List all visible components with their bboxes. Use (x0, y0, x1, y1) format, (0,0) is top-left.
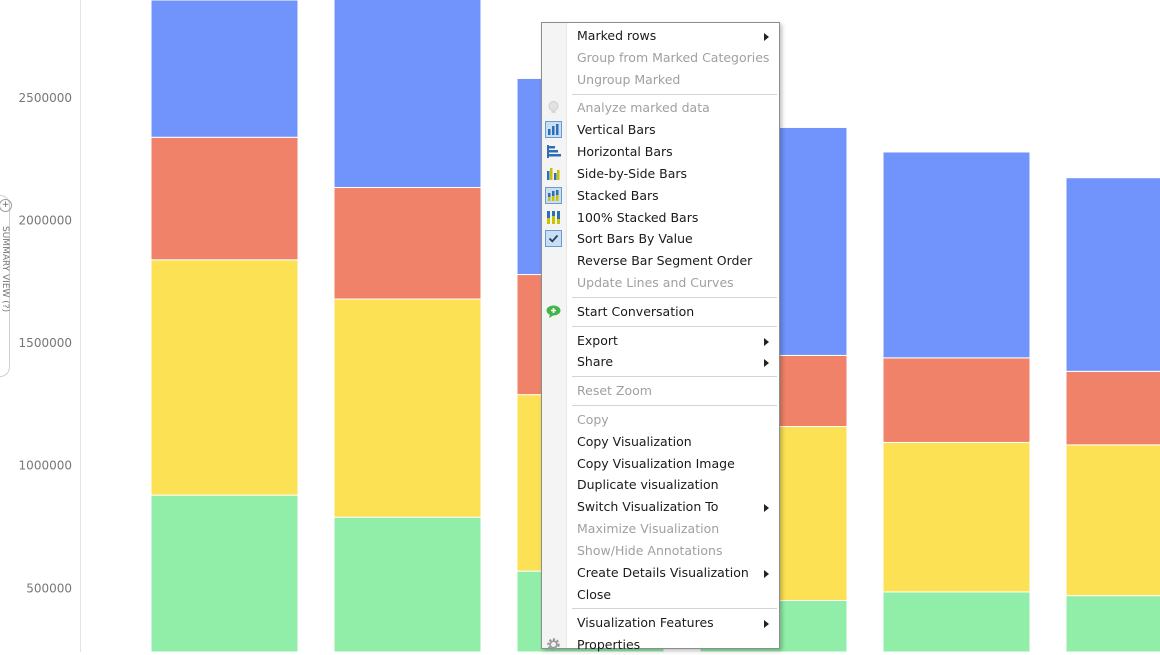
menu-item-copy-visualization-image[interactable]: Copy Visualization Image (542, 453, 779, 474)
bar-segment[interactable] (150, 494, 299, 652)
menu-item-label: Side-by-Side Bars (577, 165, 688, 181)
menu-item-label: Copy Visualization (577, 433, 692, 449)
menu-item-label: Horizontal Bars (577, 144, 673, 160)
submenu-arrow-icon (764, 620, 769, 629)
lightbulb-icon (548, 101, 559, 114)
menu-item-label: Switch Visualization To (577, 499, 719, 515)
submenu-arrow-icon (764, 33, 769, 41)
menu-item-ungroup-marked[interactable]: Ungroup Marked (542, 69, 779, 90)
side-by-side-bars-icon (547, 167, 560, 180)
menu-item-label: Sort Bars By Value (577, 231, 693, 247)
bar-segment[interactable] (882, 591, 1031, 652)
horizontal-bars-icon (547, 145, 561, 159)
menu-item-label: Maximize Visualization (577, 521, 720, 537)
menu-item-share[interactable]: Share (542, 351, 779, 372)
conversation-icon (546, 305, 561, 318)
menu-item-duplicate-visualization[interactable]: Duplicate visualization (542, 474, 779, 495)
menu-item-stacked-bars[interactable]: Stacked Bars (542, 185, 779, 206)
bar-segment[interactable] (333, 516, 482, 652)
y-tick-label: 1000000 (19, 459, 72, 473)
menu-item-label: Properties (577, 637, 641, 653)
checkmark-icon (545, 230, 562, 248)
bar-segment[interactable] (1065, 370, 1160, 446)
menu-item-label: Copy (577, 411, 609, 427)
menu-item-label: Vertical Bars (577, 122, 656, 138)
menu-item-copy[interactable]: Copy (542, 409, 779, 430)
y-tick-label: 2500000 (19, 91, 72, 105)
menu-item-visualization-features[interactable]: Visualization Features (542, 612, 779, 633)
menu-item-label: Duplicate visualization (577, 477, 719, 493)
menu-item-side-by-side-bars[interactable]: Side-by-Side Bars (542, 163, 779, 184)
menu-item-export[interactable]: Export (542, 330, 779, 351)
y-tick-label: 500000 (26, 581, 72, 595)
bar-segment[interactable] (150, 259, 299, 496)
menu-item-label: Update Lines and Curves (577, 275, 734, 291)
bar-segment[interactable] (882, 151, 1031, 359)
submenu-arrow-icon (764, 569, 769, 578)
menu-item-create-details-visualization[interactable]: Create Details Visualization (542, 562, 779, 583)
menu-item-100-stacked-bars[interactable]: 100% Stacked Bars (542, 207, 779, 228)
menu-item-label: Create Details Visualization (577, 564, 749, 580)
menu-item-marked-rows[interactable]: Marked rows (542, 25, 779, 46)
submenu-arrow-icon (764, 504, 769, 513)
menu-item-label: Show/Hide Annotations (577, 542, 723, 558)
menu-item-horizontal-bars[interactable]: Horizontal Bars (542, 141, 779, 162)
menu-item-maximize-visualization[interactable]: Maximize Visualization (542, 518, 779, 539)
context-menu[interactable]: Marked rows Group from Marked Categories U… (541, 22, 780, 653)
menu-item-analyze-marked-data[interactable]: Analyze marked data (542, 97, 779, 118)
y-tick-label: 1500000 (19, 336, 72, 350)
y-tick-label: 2000000 (19, 214, 72, 228)
summary-view-label: SUMMARY VIEW (?) (0, 226, 10, 313)
menu-item-close[interactable]: Close (542, 584, 779, 605)
menu-item-label: Export (577, 332, 618, 348)
bar-segment[interactable] (1065, 444, 1160, 597)
bar-segment[interactable] (882, 441, 1031, 593)
menu-item-vertical-bars[interactable]: Vertical Bars (542, 119, 779, 140)
bar-segment[interactable] (333, 0, 482, 189)
vertical-bars-icon (545, 121, 562, 139)
menu-item-reverse-bar-segment-order[interactable]: Reverse Bar Segment Order (542, 250, 779, 271)
menu-item-label: Group from Marked Categories (577, 49, 770, 65)
bar-segment[interactable] (150, 0, 299, 138)
stacked-bars-icon (545, 186, 562, 204)
bar-segment[interactable] (882, 357, 1031, 443)
bar-segment[interactable] (1065, 177, 1160, 372)
summary-view-handle[interactable]: + SUMMARY VIEW (?) (0, 195, 12, 377)
submenu-arrow-icon (764, 337, 769, 346)
menu-item-start-conversation[interactable]: Start Conversation (542, 301, 779, 322)
menu-item-switch-visualization-to[interactable]: Switch Visualization To (542, 496, 779, 517)
menu-item-label: Share (577, 354, 614, 370)
menu-item-copy-visualization[interactable]: Copy Visualization (542, 431, 779, 452)
menu-item-show-hide-annotations[interactable]: Show/Hide Annotations (542, 540, 779, 561)
bar-segment[interactable] (333, 298, 482, 518)
menu-item-label: Stacked Bars (577, 187, 659, 203)
menu-item-label: Ungroup Marked (577, 71, 681, 87)
bar-segment[interactable] (1065, 595, 1160, 652)
submenu-arrow-icon (764, 359, 769, 368)
menu-item-label: Close (577, 586, 612, 602)
bar-segment[interactable] (333, 187, 482, 300)
bar-segment[interactable] (150, 136, 299, 261)
menu-item-label: Start Conversation (577, 303, 695, 319)
menu-item-label: Reverse Bar Segment Order (577, 253, 753, 269)
menu-item-label: Reset Zoom (577, 383, 652, 399)
menu-item-label: 100% Stacked Bars (577, 209, 699, 225)
menu-item-reset-zoom[interactable]: Reset Zoom (542, 380, 779, 401)
gear-icon (547, 638, 560, 651)
menu-item-sort-bars-by-value[interactable]: Sort Bars By Value (542, 228, 779, 249)
menu-item-group-from-marked-categories[interactable]: Group from Marked Categories (542, 47, 779, 68)
menu-item-label: Analyze marked data (577, 100, 710, 116)
menu-item-label: Copy Visualization Image (577, 455, 735, 471)
y-axis-ticks: 500000 1000000 1500000 2000000 2500000 (19, 91, 72, 595)
percent-stacked-bars-icon (547, 210, 560, 224)
menu-item-label: Marked rows (577, 28, 657, 43)
menu-item-update-lines-and-curves[interactable]: Update Lines and Curves (542, 272, 779, 293)
menu-item-label: Visualization Features (577, 615, 714, 631)
